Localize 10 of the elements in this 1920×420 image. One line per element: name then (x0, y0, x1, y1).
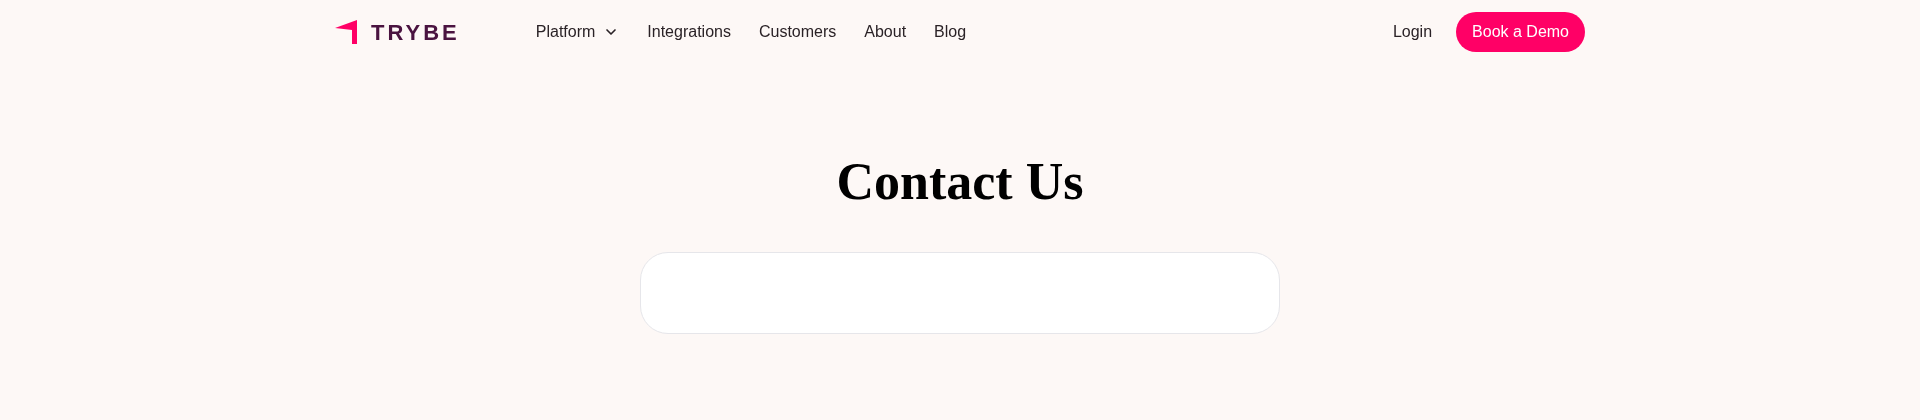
nav-link[interactable]: About (864, 20, 907, 44)
nav-dropdown[interactable]: Platform (535, 20, 620, 44)
nav-link[interactable]: Integrations (647, 20, 731, 44)
logo-icon (335, 20, 359, 44)
nav-link[interactable]: Customers (758, 20, 837, 44)
logo-text[interactable]: TRYBE (371, 15, 460, 49)
login-link[interactable]: Login (1392, 20, 1433, 44)
book-demo-button[interactable]: Book a Demo (1456, 12, 1585, 52)
nav-link[interactable]: Blog (934, 20, 967, 44)
page-title: Contact Us (836, 156, 1084, 208)
